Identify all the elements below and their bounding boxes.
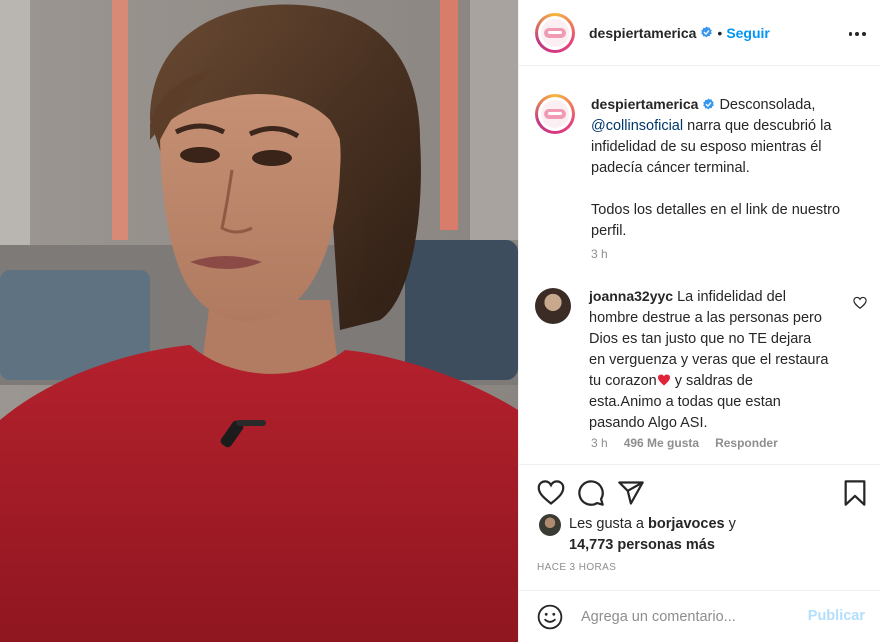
instagram-post: despiertamerica • Seguir despiertamerica…: [0, 0, 880, 642]
comment-icon[interactable]: [577, 479, 605, 507]
likes-summary: Les gusta a borjavoces y 14,773 personas…: [539, 514, 769, 556]
likes-prefix: Les gusta a: [569, 516, 644, 532]
comment-input[interactable]: [581, 608, 801, 625]
comment-like-heart-icon[interactable]: [853, 296, 867, 310]
publish-button[interactable]: Publicar: [808, 608, 865, 624]
account-avatar[interactable]: [535, 12, 575, 53]
commenter-avatar[interactable]: [535, 288, 571, 324]
commenter-username[interactable]: joanna32yyc: [589, 288, 673, 304]
comment-time[interactable]: 3 h: [591, 436, 608, 450]
smiley-icon[interactable]: [537, 604, 563, 630]
comment-text: joanna32yyc La infidelidad del hombre de…: [589, 286, 829, 434]
header-username[interactable]: despiertamerica: [589, 25, 696, 41]
post-header: despiertamerica • Seguir: [519, 0, 880, 66]
separator-dot: •: [717, 24, 723, 41]
caption-text: despiertamerica Desconsolada, @collinsof…: [591, 94, 867, 242]
caption-username[interactable]: despiertamerica: [591, 96, 698, 112]
caption-paragraph-2: Todos los detalles en el link de nuestro…: [591, 202, 841, 239]
post-photo[interactable]: [0, 0, 518, 642]
comment-meta: 3 h 496 Me gusta Responder: [591, 436, 778, 450]
post-timestamp[interactable]: HACE 3 HORAS: [537, 562, 616, 573]
red-heart-emoji: [657, 374, 670, 386]
likes-count[interactable]: 14,773 personas más: [569, 537, 715, 553]
reply-button[interactable]: Responder: [715, 436, 778, 450]
brand-logo: [541, 18, 569, 47]
caption-time[interactable]: 3 h: [591, 247, 608, 261]
share-icon[interactable]: [617, 479, 645, 507]
liker-username[interactable]: borjavoces: [648, 516, 725, 532]
verified-badge-icon: [701, 26, 713, 38]
post-caption: despiertamerica Desconsolada, @collinsof…: [535, 94, 867, 242]
verified-badge-icon: [703, 98, 715, 110]
follow-button[interactable]: Seguir: [726, 25, 770, 41]
likes-joiner: y: [728, 516, 736, 532]
caption-avatar[interactable]: [535, 94, 575, 134]
brand-logo: [541, 100, 569, 128]
comment-likes-count[interactable]: 496 Me gusta: [624, 436, 699, 450]
heart-icon[interactable]: [537, 479, 565, 507]
action-bar: [519, 464, 880, 520]
caption-mention-link[interactable]: @collinsoficial: [591, 118, 683, 134]
caption-line-1: Desconsolada,: [719, 97, 816, 113]
more-options-icon[interactable]: [847, 24, 867, 44]
photo-illustration: [0, 0, 518, 642]
likes-text: Les gusta a borjavoces y 14,773 personas…: [569, 514, 769, 556]
post-sidebar: despiertamerica • Seguir despiertamerica…: [518, 0, 880, 642]
comment-item: joanna32yyc La infidelidad del hombre de…: [535, 286, 867, 434]
add-comment-bar: Publicar: [519, 590, 880, 642]
liker-avatar[interactable]: [539, 514, 561, 536]
bookmark-icon[interactable]: [841, 479, 869, 507]
